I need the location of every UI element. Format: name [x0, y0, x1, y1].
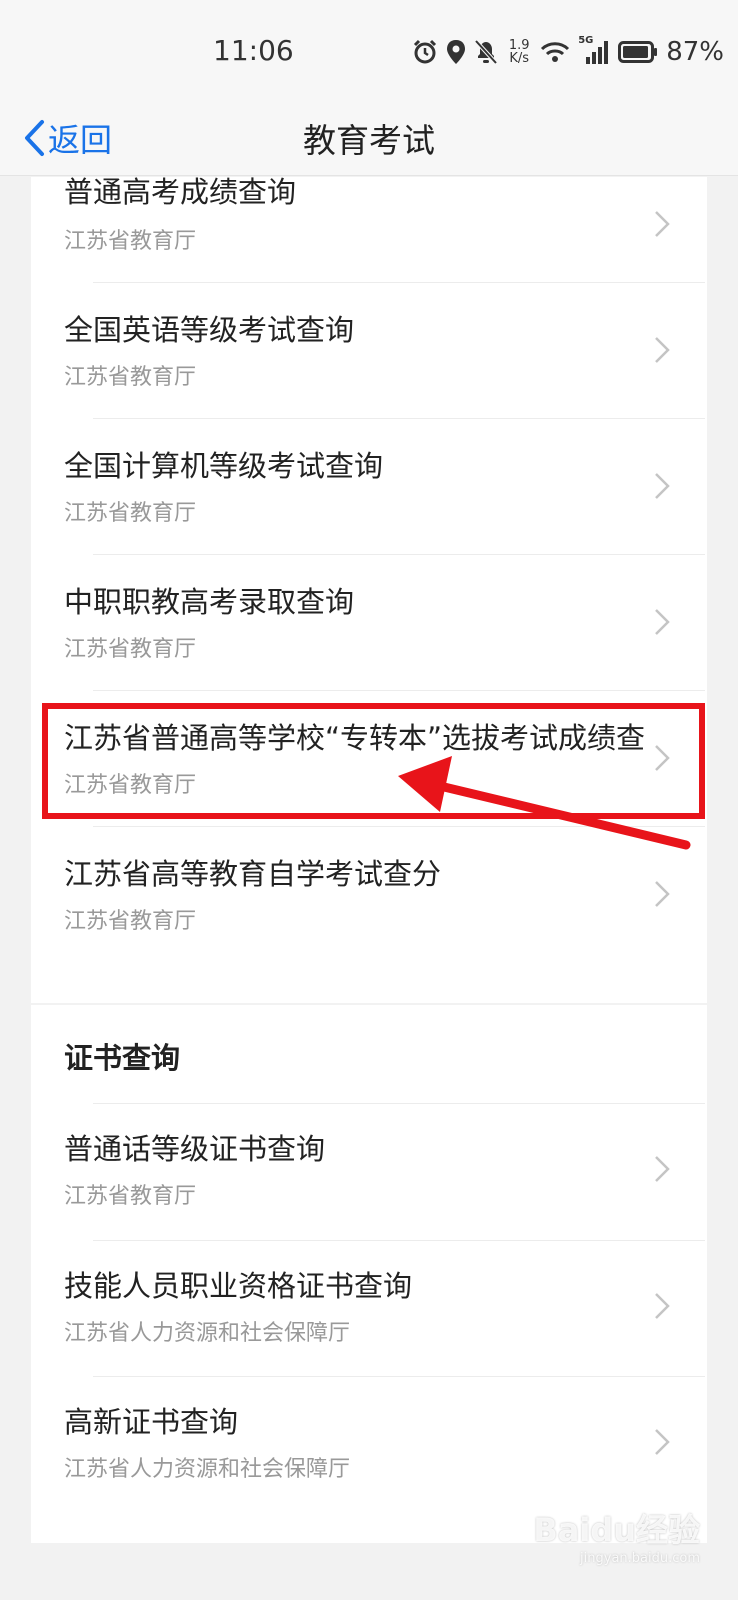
watermark-brand: Baidu经验 — [533, 1511, 700, 1549]
list-item[interactable]: 全国英语等级考试查询 江苏省教育厅 — [31, 283, 707, 419]
item-subtitle: 江苏省教育厅 — [64, 909, 197, 934]
wifi-icon — [541, 42, 570, 62]
item-subtitle: 江苏省教育厅 — [64, 229, 197, 254]
chevron-right-icon — [655, 473, 670, 499]
chevron-right-icon — [655, 745, 670, 771]
status-bar: 11:06 1.9 K/s 5G 87% — [0, 0, 738, 100]
exam-list-card: 普通高考成绩查询 江苏省教育厅 全国英语等级考试查询 江苏省教育厅 全国计算机等… — [31, 175, 707, 1003]
item-subtitle: 江苏省教育厅 — [64, 773, 197, 798]
battery-icon — [618, 41, 658, 63]
item-subtitle: 江苏省人力资源和社会保障厅 — [64, 1457, 351, 1482]
chevron-right-icon — [655, 211, 670, 237]
list-item[interactable]: 全国计算机等级考试查询 江苏省教育厅 — [31, 419, 707, 555]
item-title: 全国计算机等级考试查询 — [64, 449, 384, 483]
item-title: 中职职教高考录取查询 — [64, 585, 355, 619]
watermark-url: jingyan.baidu.com — [580, 1551, 700, 1566]
battery-percent: 87% — [666, 37, 724, 67]
status-time: 11:06 — [213, 34, 294, 67]
list-item[interactable]: 普通话等级证书查询 江苏省教育厅 — [31, 1104, 707, 1240]
list-item[interactable]: 中职职教高考录取查询 江苏省教育厅 — [31, 555, 707, 691]
item-title: 普通高考成绩查询 — [64, 175, 297, 209]
chevron-right-icon — [655, 1293, 670, 1319]
item-subtitle: 江苏省教育厅 — [64, 365, 197, 390]
watermark: Baidu经验 jingyan.baidu.com — [533, 1505, 700, 1566]
list-item[interactable]: 江苏省高等教育自学考试查分 江苏省教育厅 — [31, 827, 707, 963]
chevron-right-icon — [655, 609, 670, 635]
chevron-right-icon — [655, 337, 670, 363]
location-icon — [447, 40, 466, 64]
cert-section-card: 证书查询 普通话等级证书查询 江苏省教育厅 技能人员职业资格证书查询 江苏省人力… — [31, 1005, 707, 1543]
mute-bell-icon — [474, 39, 498, 65]
net-speed: 1.9 K/s — [506, 39, 532, 65]
status-icons: 1.9 K/s 5G 87% — [412, 34, 724, 70]
item-subtitle: 江苏省教育厅 — [64, 501, 197, 526]
item-title: 江苏省普通高等学校“专转本”选拔考试成绩查 — [64, 721, 646, 755]
list-item[interactable]: 普通高考成绩查询 江苏省教育厅 — [31, 137, 707, 273]
item-subtitle: 江苏省人力资源和社会保障厅 — [64, 1321, 351, 1346]
alarm-icon — [414, 39, 437, 64]
item-title: 江苏省高等教育自学考试查分 — [64, 857, 442, 891]
signal-5g-icon: 5G — [578, 35, 610, 65]
item-subtitle: 江苏省教育厅 — [64, 1184, 197, 1209]
chevron-right-icon — [655, 1156, 670, 1182]
item-title: 普通话等级证书查询 — [64, 1132, 326, 1166]
chevron-right-icon — [655, 881, 670, 907]
item-title: 高新证书查询 — [64, 1405, 239, 1439]
item-title: 技能人员职业资格证书查询 — [64, 1269, 413, 1303]
item-title: 全国英语等级考试查询 — [64, 313, 355, 347]
chevron-right-icon — [655, 1429, 670, 1455]
section-title: 证书查询 — [64, 1041, 181, 1075]
list-item-highlighted[interactable]: 江苏省普通高等学校“专转本”选拔考试成绩查 江苏省教育厅 — [31, 691, 707, 827]
item-subtitle: 江苏省教育厅 — [64, 637, 197, 662]
list-item[interactable]: 高新证书查询 江苏省人力资源和社会保障厅 — [31, 1377, 707, 1513]
list-item[interactable]: 技能人员职业资格证书查询 江苏省人力资源和社会保障厅 — [31, 1241, 707, 1377]
net-speed-unit: K/s — [509, 51, 530, 66]
